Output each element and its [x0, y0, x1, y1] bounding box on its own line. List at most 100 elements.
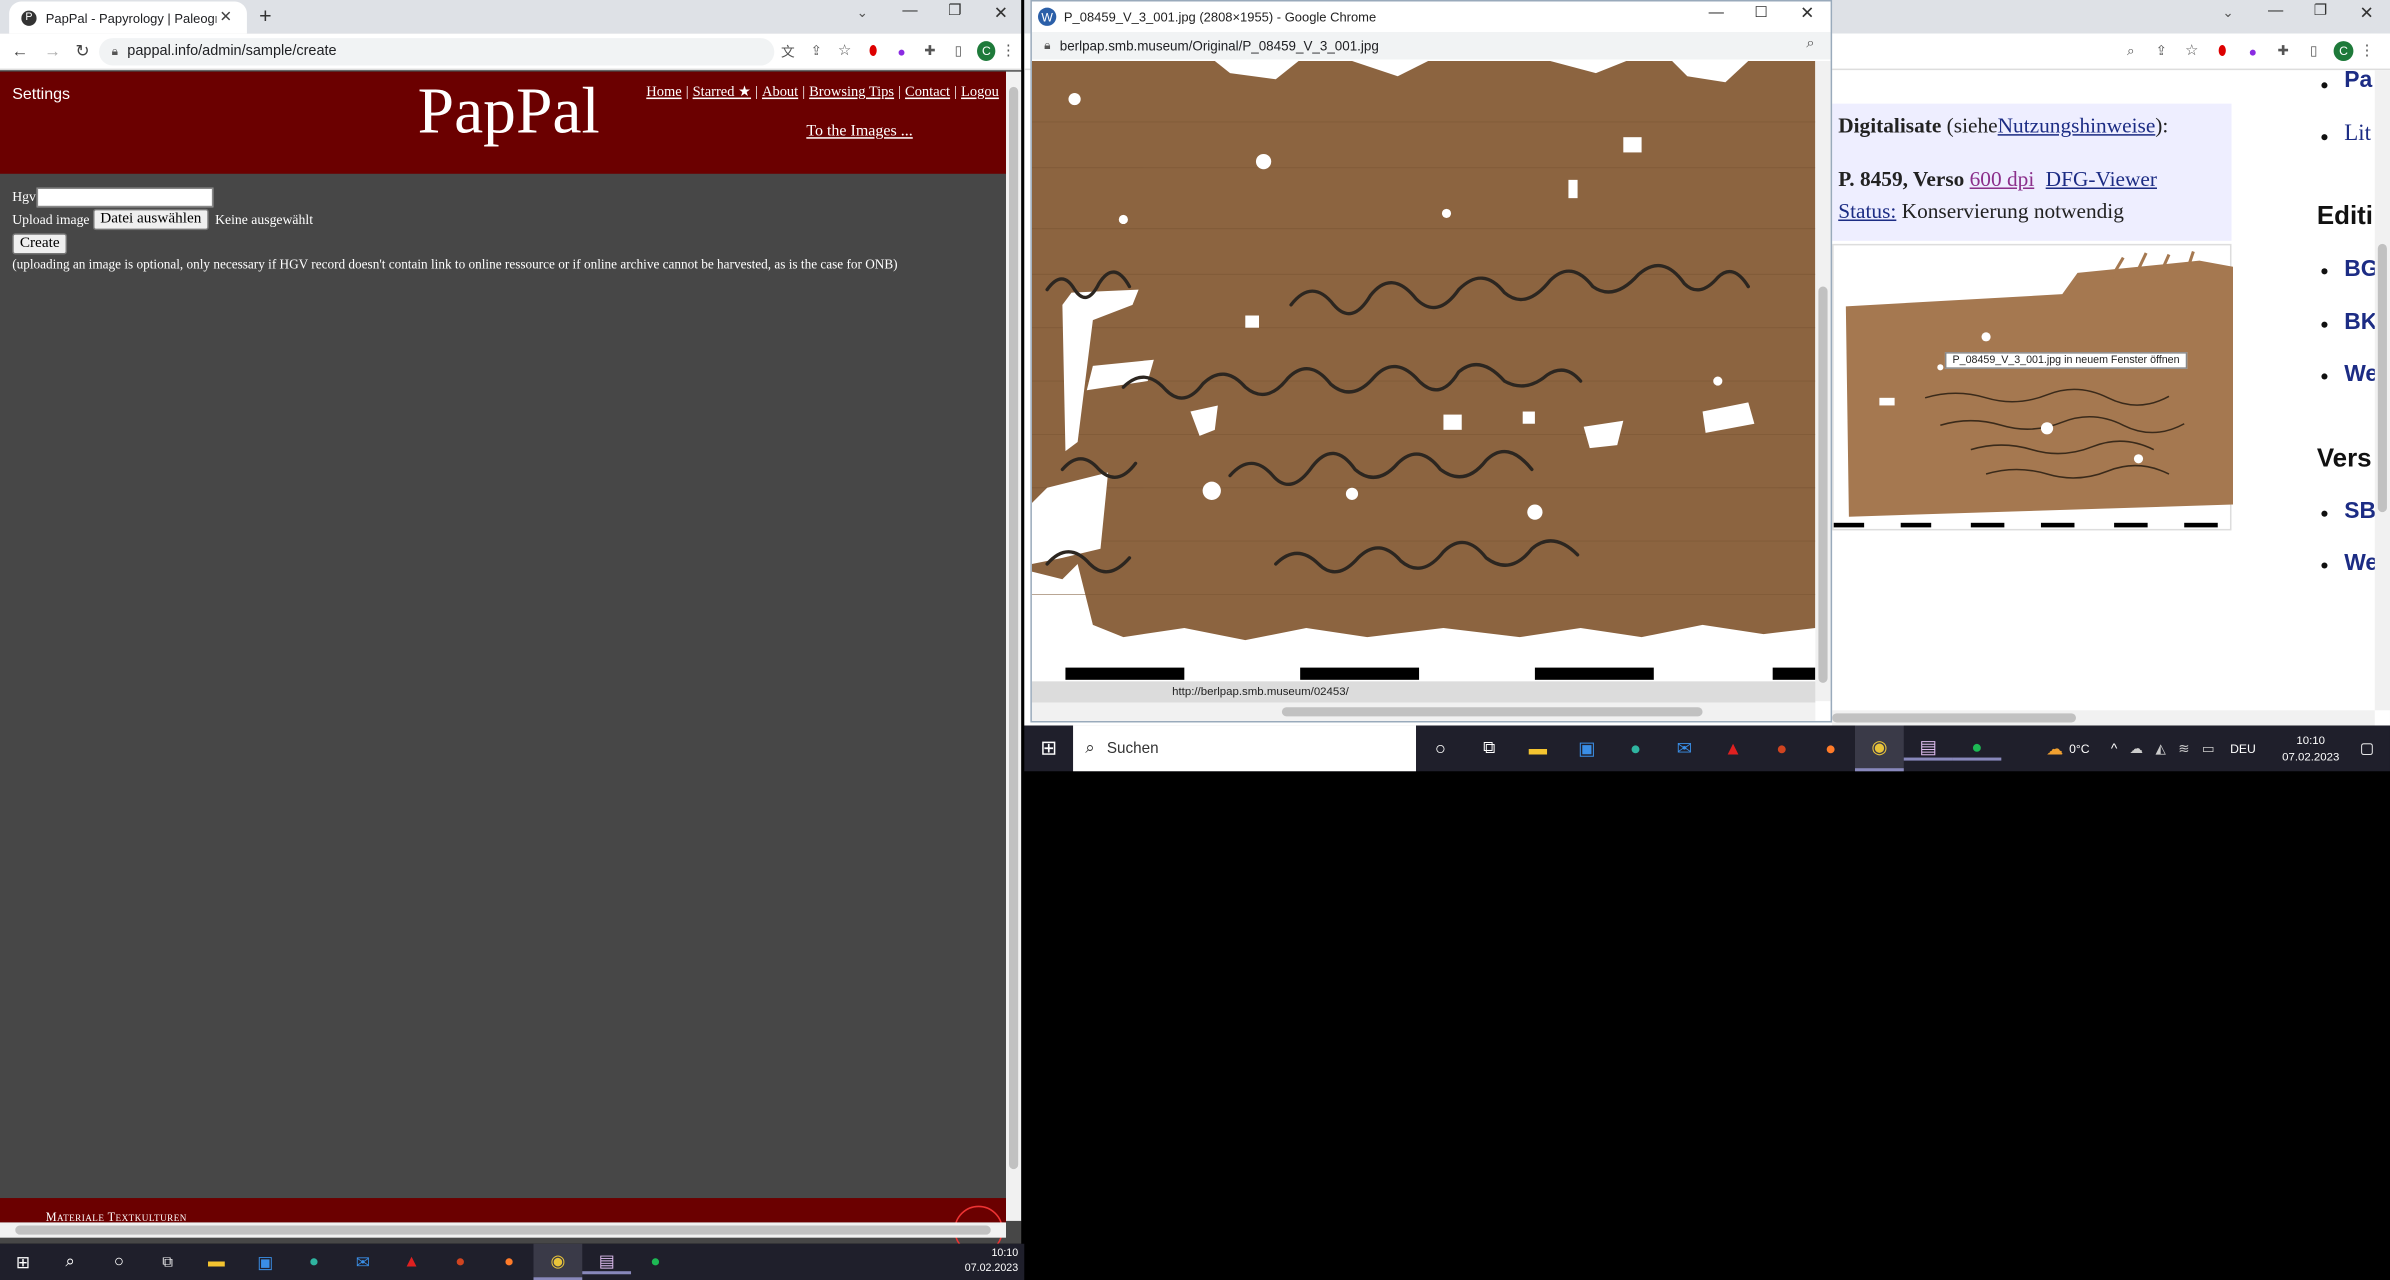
papyrus-image[interactable] — [1031, 60, 1816, 702]
right-cortana-icon[interactable]: ○ — [1416, 738, 1465, 759]
profile-avatar[interactable]: C — [977, 41, 996, 61]
tray-cloud-icon[interactable]: ☁ — [2130, 740, 2144, 757]
right-store-icon[interactable]: ▣ — [1562, 738, 1611, 759]
right-horizontal-scrollbar[interactable] — [1832, 710, 2375, 726]
share-icon[interactable]: ⇪ — [802, 43, 830, 60]
bookmark-star-icon[interactable]: ☆ — [831, 43, 859, 60]
extension-red-icon[interactable]: ⬮ — [859, 43, 887, 60]
translate-icon[interactable]: 文 — [774, 41, 802, 61]
close-window-icon[interactable]: ✕ — [994, 3, 1008, 23]
new-tab-icon[interactable]: + — [259, 3, 271, 27]
right-chrome-icon[interactable]: ◉ — [1854, 725, 1904, 772]
right-star-icon[interactable]: ☆ — [2177, 43, 2207, 60]
cortana-icon[interactable]: ○ — [95, 1253, 144, 1271]
tab-close-icon[interactable]: ✕ — [219, 9, 232, 26]
create-button[interactable]: Create — [12, 233, 68, 255]
forward-icon[interactable]: → — [40, 42, 66, 60]
sidebar-item[interactable]: We — [2344, 550, 2378, 576]
sidebar-item[interactable]: Pa — [2344, 67, 2372, 93]
app-window-icon[interactable]: ▤ — [582, 1251, 632, 1274]
right-start-icon[interactable]: ⊞ — [1024, 736, 1073, 760]
chrome-taskbar-icon[interactable]: ◉ — [533, 1243, 583, 1280]
notifications-icon[interactable]: ▢ — [2344, 740, 2390, 757]
extension-purple-icon[interactable]: ● — [887, 43, 915, 58]
right-app-window-icon[interactable]: ▤ — [1903, 736, 1953, 761]
left-scroll-thumb[interactable] — [1009, 86, 1019, 1170]
firefox-icon[interactable]: ● — [485, 1253, 534, 1271]
extensions-puzzle-icon[interactable]: ✚ — [916, 43, 944, 60]
spotify-icon[interactable]: ● — [631, 1253, 680, 1271]
right-profile-avatar[interactable]: C — [2333, 41, 2354, 61]
right-ext-purple-icon[interactable]: ● — [2238, 43, 2268, 58]
chrome-menu-icon[interactable]: ⋮ — [996, 43, 1022, 60]
nav-contact[interactable]: Contact — [905, 85, 950, 100]
status-link[interactable]: Status: — [1838, 201, 1896, 224]
papyrus-thumbnail[interactable]: P_08459_V_3_001.jpg in neuem Fenster öff… — [1832, 243, 2233, 531]
mail-icon[interactable]: ✉ — [338, 1252, 387, 1272]
right-sidepanel-icon[interactable]: ▯ — [2299, 43, 2329, 60]
sidepanel-icon[interactable]: ▯ — [944, 43, 972, 60]
sidebar-item[interactable]: BK — [2344, 309, 2377, 335]
popup-vertical-scrollbar[interactable] — [1815, 60, 1831, 702]
nav-logout[interactable]: Logou — [961, 85, 999, 100]
taskbar-search-box[interactable]: ⌕ Suchen — [1073, 725, 1417, 772]
nav-browsing-tips[interactable]: Browsing Tips — [809, 85, 894, 100]
to-images-link[interactable]: To the Images ... — [806, 123, 912, 140]
right-zoom-icon[interactable]: ⌕ — [2116, 43, 2146, 60]
right-tab-search-icon[interactable]: ⌄ — [2222, 5, 2234, 22]
right-taskview-icon[interactable]: ⧉ — [1465, 738, 1514, 758]
sidebar-item[interactable]: BG — [2344, 256, 2378, 282]
tray-wifi-icon[interactable]: ≋ — [2178, 740, 2190, 757]
tab-search-chevron-icon[interactable]: ⌄ — [857, 5, 869, 22]
left-vertical-scrollbar[interactable] — [1005, 71, 1022, 1221]
popup-close-icon[interactable]: ✕ — [1800, 3, 1814, 23]
pappal-logo[interactable]: PapPal — [418, 75, 600, 150]
right-firefox-icon[interactable]: ● — [1806, 738, 1855, 759]
choose-file-button[interactable]: Datei auswählen — [92, 208, 210, 231]
left-omnibox[interactable]: 🔒︎ pappal.info/admin/sample/create — [99, 37, 774, 65]
tray-language[interactable]: DEU — [2230, 742, 2256, 756]
right-acrobat-icon[interactable]: ▲ — [1709, 738, 1758, 759]
right-minimize-icon[interactable]: — — [2268, 3, 2283, 20]
right-restore-icon[interactable]: ❐ — [2314, 3, 2328, 20]
popup-zoom-icon[interactable]: ⌕ — [1806, 35, 1815, 52]
right-puzzle-icon[interactable]: ✚ — [2268, 43, 2298, 60]
powerpoint-icon[interactable]: ● — [436, 1253, 485, 1271]
popup-maximize-icon[interactable]: ☐ — [1754, 5, 1768, 22]
tray-battery-icon[interactable]: ▭ — [2202, 740, 2215, 757]
right-powerpoint-icon[interactable]: ● — [1757, 738, 1806, 759]
nav-starred[interactable]: Starred ★ — [693, 85, 751, 100]
search-icon[interactable]: ⌕ — [46, 1252, 95, 1272]
restore-icon[interactable]: ❐ — [948, 3, 962, 20]
right-spotify-icon[interactable]: ● — [1952, 736, 2002, 761]
right-close-icon[interactable]: ✕ — [2360, 3, 2374, 23]
left-tab-pappal[interactable]: P PapPal - Papyrology | Paleograph ✕ — [9, 1, 247, 34]
right-mail-icon[interactable]: ✉ — [1660, 738, 1709, 759]
right-share-icon[interactable]: ⇪ — [2146, 43, 2176, 60]
nav-about[interactable]: About — [762, 85, 798, 100]
file-explorer-icon[interactable]: ▬ — [192, 1253, 241, 1271]
right-menu-icon[interactable]: ⋮ — [2353, 43, 2380, 60]
left-horizontal-scrollbar[interactable] — [0, 1222, 1006, 1238]
sidebar-item[interactable]: Lit — [2344, 122, 2371, 148]
sidebar-item[interactable]: SB — [2344, 498, 2376, 524]
dfg-viewer-link[interactable]: DFG-Viewer — [2046, 169, 2157, 192]
right-vertical-scrollbar[interactable] — [2374, 70, 2390, 711]
dpi-link[interactable]: 600 dpi — [1970, 169, 2035, 192]
minimize-icon[interactable]: — — [902, 3, 917, 20]
right-explorer-icon[interactable]: ▬ — [1514, 738, 1563, 759]
popup-horizontal-scrollbar[interactable] — [1031, 702, 1816, 721]
store-icon[interactable]: ▣ — [241, 1252, 290, 1272]
right-edge-icon[interactable]: ● — [1611, 738, 1660, 759]
nutzungshinweise-link[interactable]: Nutzungshinweise — [1998, 116, 2156, 139]
back-icon[interactable]: ← — [0, 42, 40, 60]
task-view-icon[interactable]: ⧉ — [143, 1254, 192, 1271]
sidebar-item[interactable]: We — [2344, 361, 2378, 387]
reload-icon[interactable]: ↻ — [65, 41, 99, 61]
settings-link[interactable]: Settings — [12, 85, 70, 103]
tray-network-icon[interactable]: ◭ — [2155, 740, 2166, 757]
hgv-input[interactable] — [35, 186, 213, 207]
edge-icon[interactable]: ● — [290, 1253, 339, 1271]
start-windows-icon[interactable]: ⊞ — [0, 1252, 46, 1272]
nav-home[interactable]: Home — [646, 85, 681, 100]
